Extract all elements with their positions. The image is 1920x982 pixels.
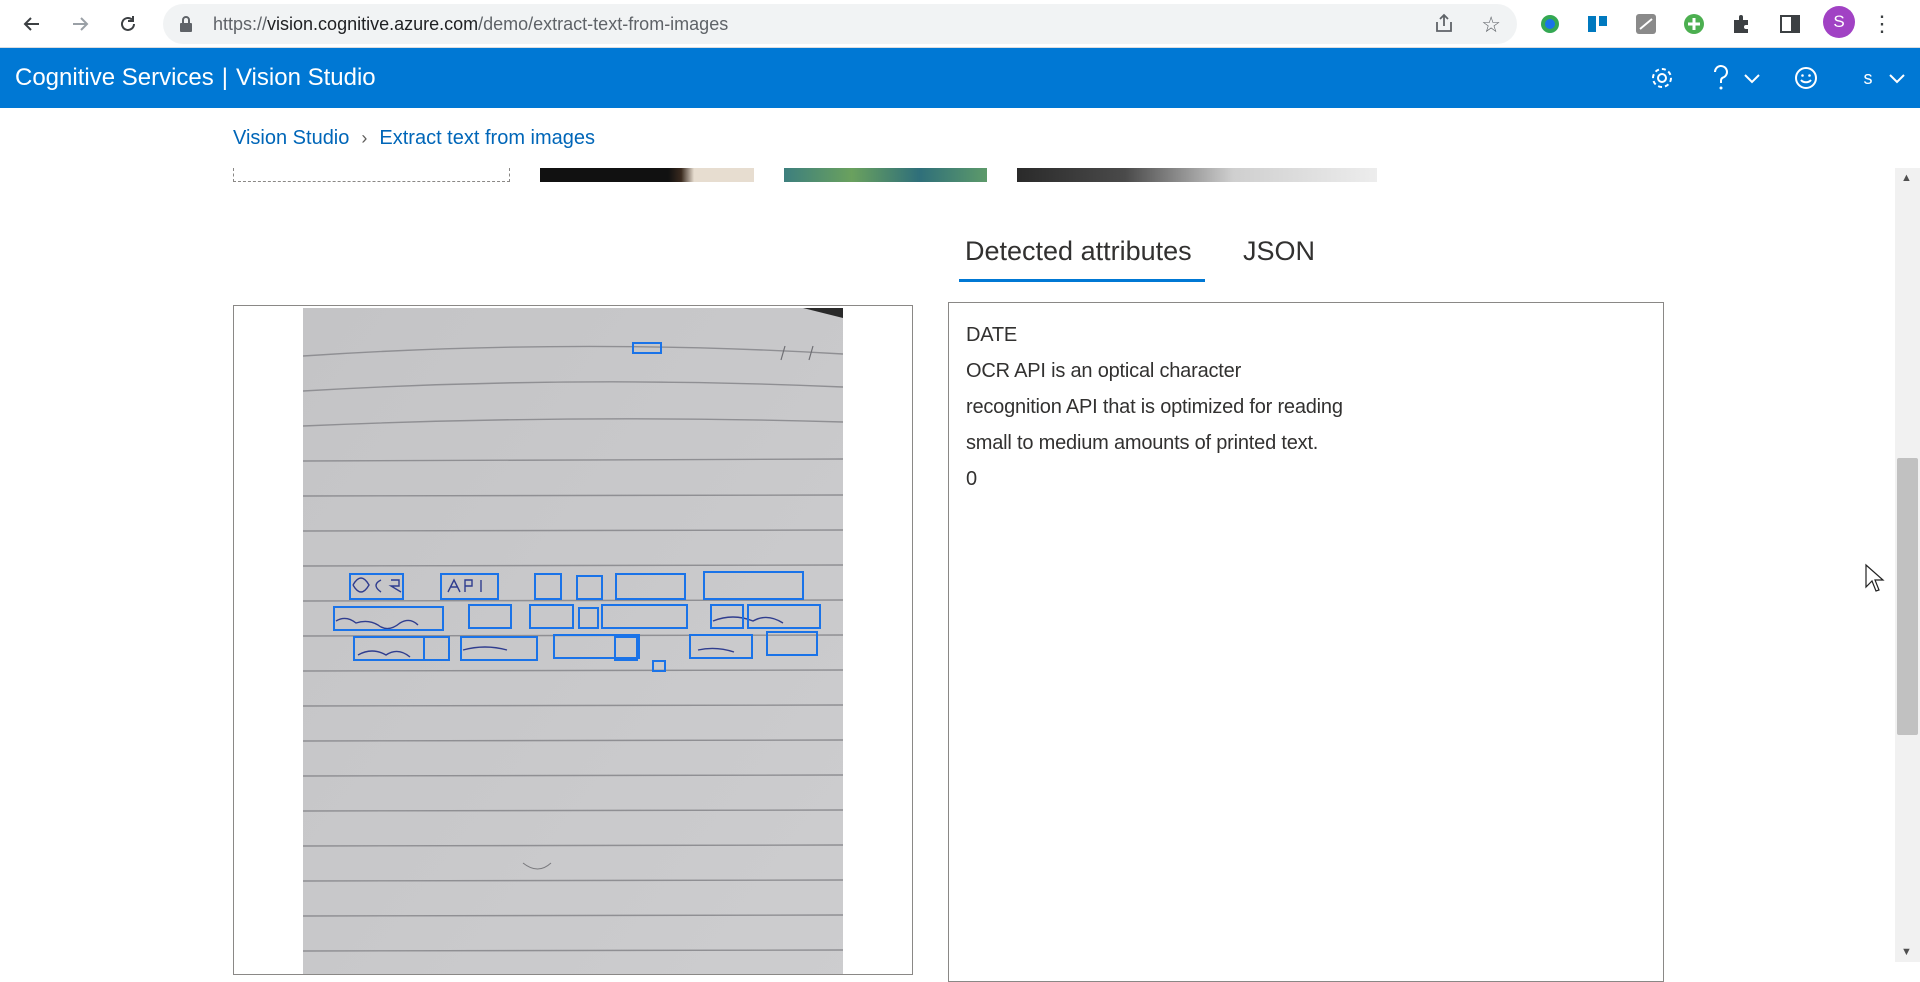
sample-thumbnail[interactable] <box>540 168 754 182</box>
lock-icon[interactable] <box>179 15 193 38</box>
side-panel-icon[interactable] <box>1774 8 1806 40</box>
image-preview-panel <box>233 305 913 975</box>
breadcrumb-vision-studio[interactable]: Vision Studio <box>233 127 349 150</box>
reload-icon[interactable] <box>112 8 144 40</box>
url-text: https://vision.cognitive.azure.com/demo/… <box>213 14 729 34</box>
ocr-word-box <box>766 631 818 656</box>
breadcrumb-chevron-icon: › <box>361 128 368 148</box>
app-header: Cognitive Services | Vision Studio s <box>0 48 1920 108</box>
tab-detected-attributes[interactable]: Detected attributes <box>965 236 1192 267</box>
ocr-word-box <box>349 573 404 600</box>
kebab-icon[interactable]: ⋮ <box>1870 8 1894 40</box>
browser-toolbar: https://vision.cognitive.azure.com/demo/… <box>0 0 1920 48</box>
user-menu-chevron-icon[interactable] <box>1885 62 1909 94</box>
share-icon[interactable] <box>1433 12 1455 39</box>
sample-thumbnail[interactable] <box>1017 168 1377 182</box>
star-icon[interactable]: ☆ <box>1481 12 1501 38</box>
extension-plus-icon[interactable] <box>1678 8 1710 40</box>
scroll-up-icon[interactable]: ▲ <box>1901 172 1912 184</box>
ocr-word-box <box>710 604 744 629</box>
result-line: DATE <box>966 324 1018 346</box>
help-icon[interactable] <box>1706 62 1736 94</box>
sample-thumbnail[interactable] <box>784 168 987 182</box>
ocr-word-box <box>578 607 599 629</box>
extension-grey-icon[interactable] <box>1630 8 1662 40</box>
result-line: 0 <box>966 468 977 490</box>
scroll-down-icon[interactable]: ▼ <box>1901 946 1912 958</box>
ocr-word-box <box>614 636 638 661</box>
ocr-word-box <box>534 573 562 600</box>
user-initial[interactable]: s <box>1858 62 1878 94</box>
profile-avatar[interactable]: S <box>1823 6 1855 38</box>
feedback-smiley-icon[interactable] <box>1792 62 1820 94</box>
detected-text-panel: DATE OCR API is an optical character rec… <box>948 302 1664 982</box>
ocr-word-box <box>601 604 688 629</box>
ocr-word-box <box>460 636 538 661</box>
ocr-word-box <box>689 634 753 659</box>
ocr-word-box <box>747 604 821 629</box>
ocr-word-box <box>703 571 804 600</box>
product-name: Cognitive Services <box>15 64 214 91</box>
result-line: small to medium amounts of printed text. <box>966 432 1319 454</box>
ocr-word-box <box>353 636 425 661</box>
chevron-down-icon[interactable] <box>1740 62 1764 94</box>
breadcrumb-extract-text[interactable]: Extract text from images <box>379 127 595 150</box>
result-line: OCR API is an optical character <box>966 360 1242 382</box>
ocr-word-box <box>615 573 686 600</box>
ocr-word-box <box>440 573 499 600</box>
studio-name: Vision Studio <box>235 64 376 91</box>
ocr-word-box <box>333 606 444 631</box>
brand[interactable]: Cognitive Services | Vision Studio <box>15 64 376 92</box>
mouse-cursor-icon <box>1864 563 1886 598</box>
selected-tab-indicator <box>959 279 1205 282</box>
forward-icon[interactable] <box>64 8 96 40</box>
upload-thumbnail[interactable] <box>233 168 510 182</box>
back-icon[interactable] <box>16 8 48 40</box>
scrollbar-thumb[interactable] <box>1897 458 1918 735</box>
extension-trello-icon[interactable] <box>1582 8 1614 40</box>
extension-globe-icon[interactable] <box>1534 8 1566 40</box>
ocr-word-box <box>576 575 603 600</box>
puzzle-icon[interactable] <box>1726 8 1758 40</box>
brand-separator: | <box>221 64 228 91</box>
address-bar[interactable]: https://vision.cognitive.azure.com/demo/… <box>163 4 1517 44</box>
page-scrollbar[interactable]: ▲ ▼ <box>1895 168 1920 962</box>
breadcrumb: Vision Studio › Extract text from images <box>233 127 595 150</box>
ocr-word-box <box>529 604 574 629</box>
gear-icon[interactable] <box>1648 62 1676 94</box>
tab-json[interactable]: JSON <box>1243 236 1315 267</box>
ocr-word-box <box>423 636 450 661</box>
notebook-image <box>303 308 843 974</box>
ocr-word-box <box>632 342 662 354</box>
ocr-word-box <box>652 660 666 672</box>
result-line: recognition API that is optimized for re… <box>966 396 1343 418</box>
ocr-word-box <box>468 604 512 629</box>
